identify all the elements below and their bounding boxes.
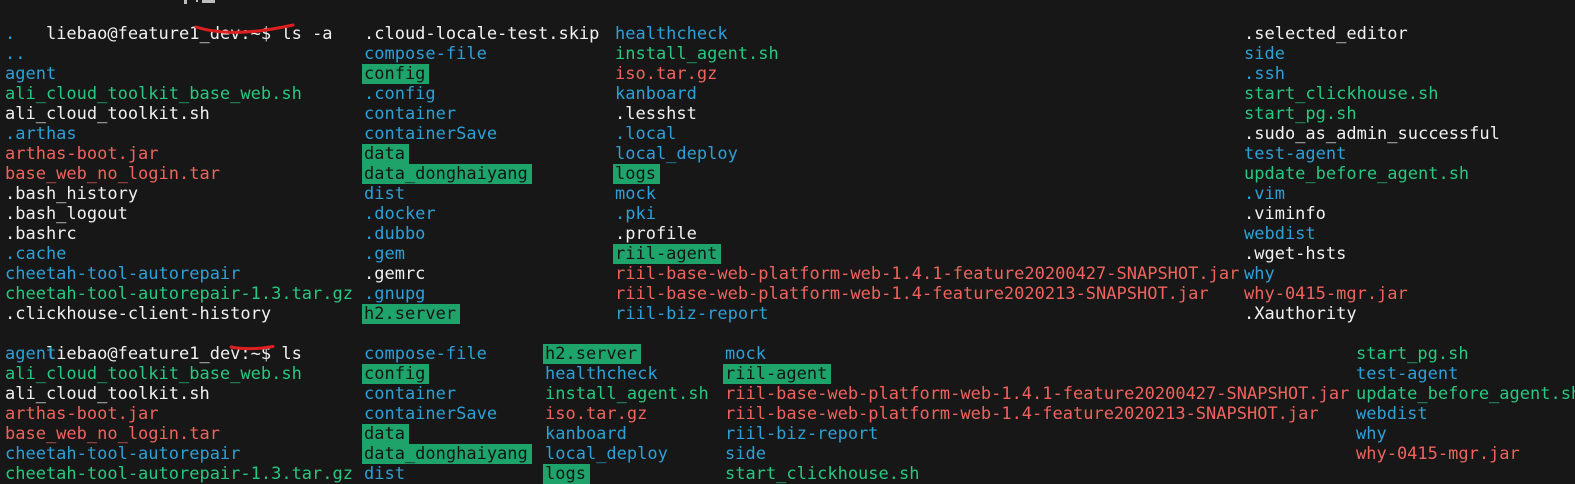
file-entry: healthcheck (615, 24, 728, 44)
file-entry: ali_cloud_toolkit_base_web.sh (5, 84, 302, 104)
file-entry: ali_cloud_toolkit.sh (5, 384, 210, 404)
file-entry: .arthas (5, 124, 77, 144)
file-entry: .cache (5, 244, 66, 264)
file-entry: side (1244, 44, 1285, 64)
file-entry: .ssh (1244, 64, 1285, 84)
file-entry: .Xauthority (1244, 304, 1357, 324)
file-entry: riil-agent (613, 244, 721, 264)
file-entry: install_agent.sh (545, 384, 709, 404)
file-entry: why (1356, 424, 1387, 444)
file-entry: cheetah-tool-autorepair-1.3.tar.gz (5, 464, 353, 484)
file-entry: riil-agent (723, 364, 831, 384)
file-entry: h2.server (362, 304, 460, 324)
file-entry: cheetah-tool-autorepair (5, 444, 240, 464)
file-entry: riil-base-web-platform-web-1.4-feature20… (725, 404, 1319, 424)
file-entry: cheetah-tool-autorepair (5, 264, 240, 284)
file-entry: . (5, 24, 15, 44)
file-entry: dist (364, 464, 405, 484)
file-entry: local_deploy (615, 144, 738, 164)
file-entry: .selected_editor (1244, 24, 1408, 44)
file-entry: kanboard (545, 424, 627, 444)
file-entry: .local (615, 124, 676, 144)
file-entry: config (362, 64, 429, 84)
terminal-window[interactable]: { "terminal": { "palette": { "background… (0, 0, 1575, 484)
file-entry: base_web_no_login.tar (5, 424, 220, 444)
file-entry: containerSave (364, 404, 497, 424)
file-entry: ali_cloud_toolkit_base_web.sh (5, 364, 302, 384)
file-entry: why-0415-mgr.jar (1356, 444, 1520, 464)
ls-a-output: ...agentali_cloud_toolkit_base_web.shali… (0, 24, 1575, 324)
file-entry: agent (5, 344, 56, 364)
file-entry: data_donghaiyang (362, 444, 532, 464)
file-entry: .config (364, 84, 436, 104)
file-entry: dist (364, 184, 405, 204)
file-entry: .wget-hsts (1244, 244, 1346, 264)
file-entry: iso.tar.gz (545, 404, 647, 424)
file-entry: .cloud-locale-test.skip (364, 24, 599, 44)
file-entry: why (1244, 264, 1275, 284)
file-entry: containerSave (364, 124, 497, 144)
file-entry: .pki (615, 204, 656, 224)
file-entry: start_pg.sh (1356, 344, 1469, 364)
file-entry: logs (613, 164, 660, 184)
file-entry: container (364, 104, 456, 124)
file-entry: agent (5, 64, 56, 84)
file-entry: base_web_no_login.tar (5, 164, 220, 184)
file-entry: riil-base-web-platform-web-1.4-feature20… (615, 284, 1209, 304)
file-entry: .gem (364, 244, 405, 264)
file-entry: .gnupg (364, 284, 425, 304)
file-entry: .bash_history (5, 184, 138, 204)
file-entry: h2.server (543, 344, 641, 364)
file-entry: healthcheck (545, 364, 658, 384)
file-entry: data (362, 424, 409, 444)
file-entry: cheetah-tool-autorepair-1.3.tar.gz (5, 284, 353, 304)
file-entry: .docker (364, 204, 436, 224)
file-entry: why-0415-mgr.jar (1244, 284, 1408, 304)
file-entry: riil-base-web-platform-web-1.4.1-feature… (615, 264, 1239, 284)
file-entry: .dubbo (364, 224, 425, 244)
file-entry: install_agent.sh (615, 44, 779, 64)
file-entry: arthas-boot.jar (5, 144, 159, 164)
file-entry: start_clickhouse.sh (725, 464, 919, 484)
file-entry: .lesshst (615, 104, 697, 124)
file-entry: kanboard (615, 84, 697, 104)
file-entry: local_deploy (545, 444, 668, 464)
file-entry: mock (615, 184, 656, 204)
file-entry: arthas-boot.jar (5, 404, 159, 424)
file-entry: test-agent (1356, 364, 1458, 384)
file-entry: start_clickhouse.sh (1244, 84, 1438, 104)
file-entry: .clickhouse-client-history (5, 304, 271, 324)
file-entry: compose-file (364, 344, 487, 364)
file-entry: update_before_agent.sh (1356, 384, 1575, 404)
file-entry: container (364, 384, 456, 404)
ls-output: agentali_cloud_toolkit_base_web.shali_cl… (0, 344, 1575, 484)
file-entry: update_before_agent.sh (1244, 164, 1469, 184)
file-entry: .bash_logout (5, 204, 128, 224)
file-entry: .viminfo (1244, 204, 1326, 224)
file-entry: data_donghaiyang (362, 164, 532, 184)
file-entry: webdist (1244, 224, 1316, 244)
file-entry: start_pg.sh (1244, 104, 1357, 124)
file-entry: riil-biz-report (615, 304, 769, 324)
file-entry: side (725, 444, 766, 464)
file-entry: config (362, 364, 429, 384)
file-entry: .. (5, 44, 25, 64)
terminal-screen[interactable]: liebao@feature1_dev:~$ ls -a ...agentali… (0, 0, 1575, 484)
file-entry: .bashrc (5, 224, 77, 244)
file-entry: logs (543, 464, 590, 484)
file-entry: .vim (1244, 184, 1285, 204)
file-entry: riil-biz-report (725, 424, 879, 444)
file-entry: .gemrc (364, 264, 425, 284)
file-entry: .sudo_as_admin_successful (1244, 124, 1500, 144)
file-entry: ali_cloud_toolkit.sh (5, 104, 210, 124)
file-entry: iso.tar.gz (615, 64, 717, 84)
file-entry: compose-file (364, 44, 487, 64)
file-entry: .profile (615, 224, 697, 244)
file-entry: data (362, 144, 409, 164)
file-entry: riil-base-web-platform-web-1.4.1-feature… (725, 384, 1349, 404)
file-entry: mock (725, 344, 766, 364)
file-entry: webdist (1356, 404, 1428, 424)
file-entry: test-agent (1244, 144, 1346, 164)
